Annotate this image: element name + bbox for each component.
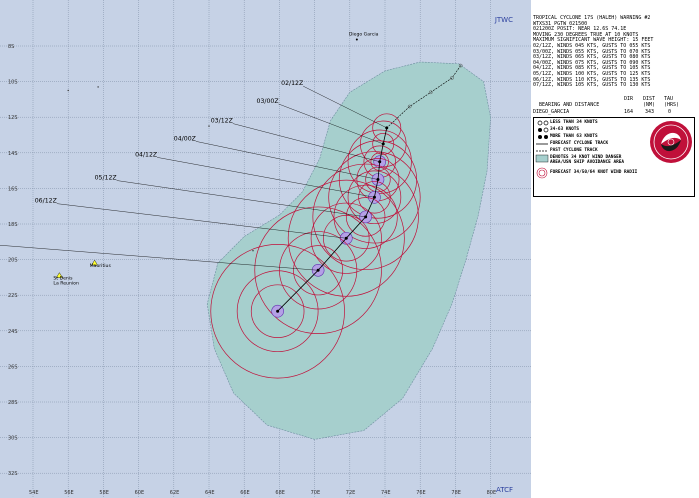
forecast-time-label: 03/00Z: [257, 98, 279, 105]
lon-tick-label: 70E: [311, 490, 321, 496]
warning-line-12: 07/12Z, WINDS 105 KTS, GUSTS TO 130 KTS: [533, 82, 651, 89]
bearing-table: BEARING AND DISTANCE: [533, 96, 599, 108]
lon-tick-label: 68E: [275, 490, 285, 496]
bearing-tau-value: 0: [668, 109, 672, 115]
bearing-station: DIEGO_GARCIA: [533, 109, 570, 115]
legend-label-2: MORE THAN 63 KNOTS: [550, 134, 598, 139]
warning-header: TROPICAL CYCLONE 17S (HALEH) WARNING #2 W…: [533, 15, 695, 89]
mauritius-label: Mauritius: [90, 263, 112, 269]
island-dot: [208, 125, 210, 127]
lat-tick-label: 18S: [8, 222, 18, 228]
lat-tick-label: 20S: [8, 258, 18, 264]
forecast-position-marker: [276, 309, 280, 313]
lon-tick-label: 64E: [205, 490, 215, 496]
lat-tick-label: 32S: [8, 471, 18, 477]
lat-tick-label: 16S: [8, 186, 18, 192]
legend-label-4: PAST CYCLONE TRACK: [550, 148, 598, 153]
danger-area-icon: [535, 154, 549, 163]
lon-tick-label: 56E: [64, 490, 74, 496]
cyclone-map: 54E 56E 58E 60E 62E 64E 66E 68E 70E 72E 74E 76E 78E 8…: [0, 0, 531, 498]
lon-tick-label: 74E: [381, 490, 391, 496]
legend-label-3: FORECAST CYCLONE TRACK: [550, 141, 609, 146]
island-dot: [252, 250, 254, 252]
lat-tick-label: 14S: [8, 151, 18, 157]
lon-tick-label: 62E: [170, 490, 180, 496]
diego-garcia-marker: [355, 38, 358, 41]
34-63-knots-icon: [538, 127, 549, 133]
diego-garcia-label: Diego Garcia: [349, 32, 379, 38]
lat-tick-label: 30S: [8, 436, 18, 442]
less-than-34-icon: [537, 120, 549, 126]
more-than-63-icon: [538, 135, 548, 139]
bearing-dist-value: 343: [645, 109, 655, 115]
bearing-dir-col: DIR: [624, 96, 634, 102]
lat-tick-label: 28S: [8, 400, 18, 406]
forecast-time-label: 06/12Z: [35, 198, 57, 205]
forecast-position-marker: [385, 126, 389, 130]
lat-tick-label: 26S: [8, 364, 18, 370]
bearing-dir-value: 164: [624, 109, 634, 115]
lon-tick-label: 58E: [99, 490, 109, 496]
legend-label-1: 34-63 KNOTS: [550, 127, 580, 132]
agency-bottom-label: ATCF: [496, 486, 513, 494]
lat-tick-label: 24S: [8, 329, 18, 335]
lat-tick-label: 10S: [8, 80, 18, 86]
legend-label-6: AREA/USN SHIP AVOIDANCE AREA: [550, 160, 625, 165]
lon-tick-label: 72E: [346, 490, 356, 496]
lon-tick-label: 60E: [135, 490, 145, 496]
lon-tick-label: 66E: [240, 490, 250, 496]
lon-tick-label: 80E: [487, 490, 497, 496]
forecast-time-label: 04/00Z: [174, 135, 196, 142]
island-dot: [97, 86, 99, 88]
lon-tick-label: 76E: [416, 490, 426, 496]
lat-tick-label: 22S: [8, 293, 18, 299]
forecast-time-label: 03/12Z: [211, 118, 233, 125]
bearing-dist-units: (NM): [643, 102, 656, 108]
la-reunion-label: La Reunion: [53, 281, 79, 287]
legend-label-7: FORECAST 34/50/64 KNOT WIND RADII: [550, 170, 638, 175]
lon-tick-label: 78E: [451, 490, 461, 496]
jtwc-logo: [650, 121, 692, 163]
legend-label-0: LESS THAN 34 KNOTS: [550, 120, 598, 125]
forecast-time-label: 02/12Z: [281, 80, 303, 87]
lat-tick-label: 12S: [8, 115, 18, 121]
bearing-tau-units: (HRS): [664, 102, 680, 108]
lat-tick-label: 8S: [8, 44, 14, 50]
island-dot: [67, 89, 69, 92]
bearing-header: BEARING AND DISTANCE: [539, 102, 600, 108]
wind-radii-icon: [536, 167, 548, 179]
lon-tick-label: 54E: [29, 490, 39, 496]
forecast-time-label: 04/12Z: [135, 151, 157, 158]
forecast-time-label: 05/12Z: [95, 175, 117, 182]
legend-box: LESS THAN 34 KNOTS 34-63 KNOTS MORE THAN 6…: [533, 117, 695, 197]
agency-top-label: JTWC: [494, 16, 513, 24]
